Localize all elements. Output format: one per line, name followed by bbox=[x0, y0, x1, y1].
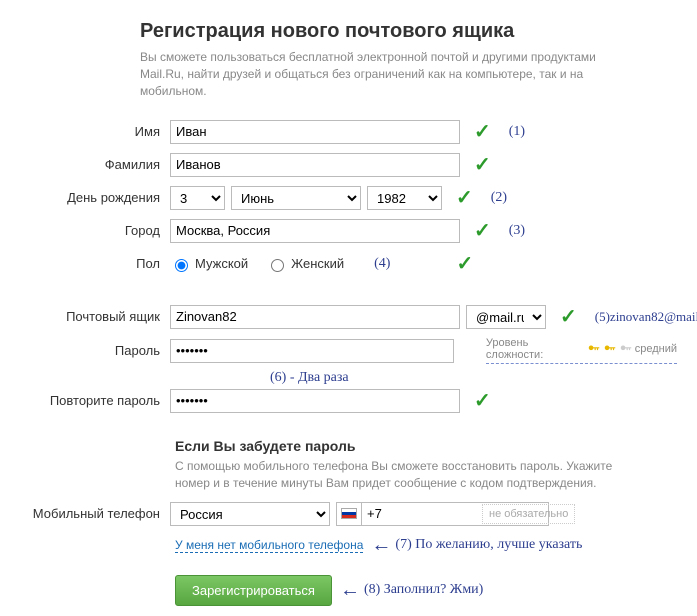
check-icon: ✓ bbox=[456, 251, 473, 276]
label-name: Имя bbox=[20, 124, 170, 139]
annotation-1: (1) bbox=[509, 124, 525, 140]
recovery-title: Если Вы забудете пароль bbox=[175, 438, 677, 454]
annotation-6: (6) - Два раза bbox=[270, 370, 349, 386]
label-city: Город bbox=[20, 223, 170, 238]
check-icon: ✓ bbox=[474, 119, 491, 144]
label-phone: Мобильный телефон bbox=[20, 506, 170, 521]
label-password2: Повторите пароль bbox=[20, 393, 170, 408]
phone-input-box[interactable] bbox=[336, 502, 476, 526]
input-password[interactable] bbox=[170, 339, 454, 363]
arrow-icon: ← bbox=[340, 579, 360, 602]
key-icon bbox=[619, 342, 633, 356]
key-icon bbox=[603, 342, 617, 356]
label-birthday: День рождения bbox=[20, 190, 170, 205]
radio-female[interactable]: Женский bbox=[266, 256, 344, 272]
page-subtitle: Вы сможете пользоваться бесплатной элект… bbox=[140, 49, 610, 99]
check-icon: ✓ bbox=[456, 185, 473, 210]
radio-female-label: Женский bbox=[291, 256, 344, 271]
select-month[interactable]: Июнь bbox=[231, 186, 361, 210]
check-icon: ✓ bbox=[474, 388, 491, 413]
submit-button[interactable]: Зарегистрироваться bbox=[175, 575, 332, 606]
annotation-8: (8) Заполнил? Жми) bbox=[364, 582, 483, 598]
label-mailbox: Почтовый ящик bbox=[20, 309, 170, 324]
annotation-5: (5)zinovan82@mail.ru bbox=[595, 309, 697, 325]
label-password: Пароль bbox=[20, 343, 170, 358]
check-icon: ✓ bbox=[474, 218, 491, 243]
flag-ru-icon bbox=[341, 508, 357, 519]
optional-label: не обязательно bbox=[482, 504, 575, 524]
input-name[interactable] bbox=[170, 120, 460, 144]
select-day[interactable]: 3 bbox=[170, 186, 225, 210]
radio-male-label: Мужской bbox=[195, 256, 248, 271]
input-password2[interactable] bbox=[170, 389, 460, 413]
page-title: Регистрация нового почтового ящика bbox=[140, 20, 677, 43]
label-surname: Фамилия bbox=[20, 157, 170, 172]
select-mail-domain[interactable]: @mail.ru bbox=[466, 305, 546, 329]
select-year[interactable]: 1982 bbox=[367, 186, 442, 210]
check-icon: ✓ bbox=[560, 304, 577, 329]
select-country[interactable]: Россия bbox=[170, 502, 330, 526]
password-strength: Уровень сложности: средний bbox=[486, 337, 677, 364]
no-phone-link[interactable]: У меня нет мобильного телефона bbox=[175, 538, 363, 553]
annotation-3: (3) bbox=[509, 223, 525, 239]
radio-female-input[interactable] bbox=[271, 259, 284, 272]
annotation-2: (2) bbox=[491, 190, 507, 206]
check-icon: ✓ bbox=[474, 152, 491, 177]
input-city[interactable] bbox=[170, 219, 460, 243]
label-gender: Пол bbox=[20, 256, 170, 271]
input-mailbox[interactable] bbox=[170, 305, 460, 329]
recovery-desc: С помощью мобильного телефона Вы сможете… bbox=[175, 458, 645, 492]
key-icon bbox=[587, 342, 601, 356]
input-surname[interactable] bbox=[170, 153, 460, 177]
arrow-icon: ← bbox=[371, 534, 391, 557]
annotation-4: (4) bbox=[374, 256, 390, 272]
radio-male[interactable]: Мужской bbox=[170, 256, 248, 272]
radio-male-input[interactable] bbox=[175, 259, 188, 272]
annotation-7: (7) По желанию, лучше указать bbox=[395, 537, 582, 553]
